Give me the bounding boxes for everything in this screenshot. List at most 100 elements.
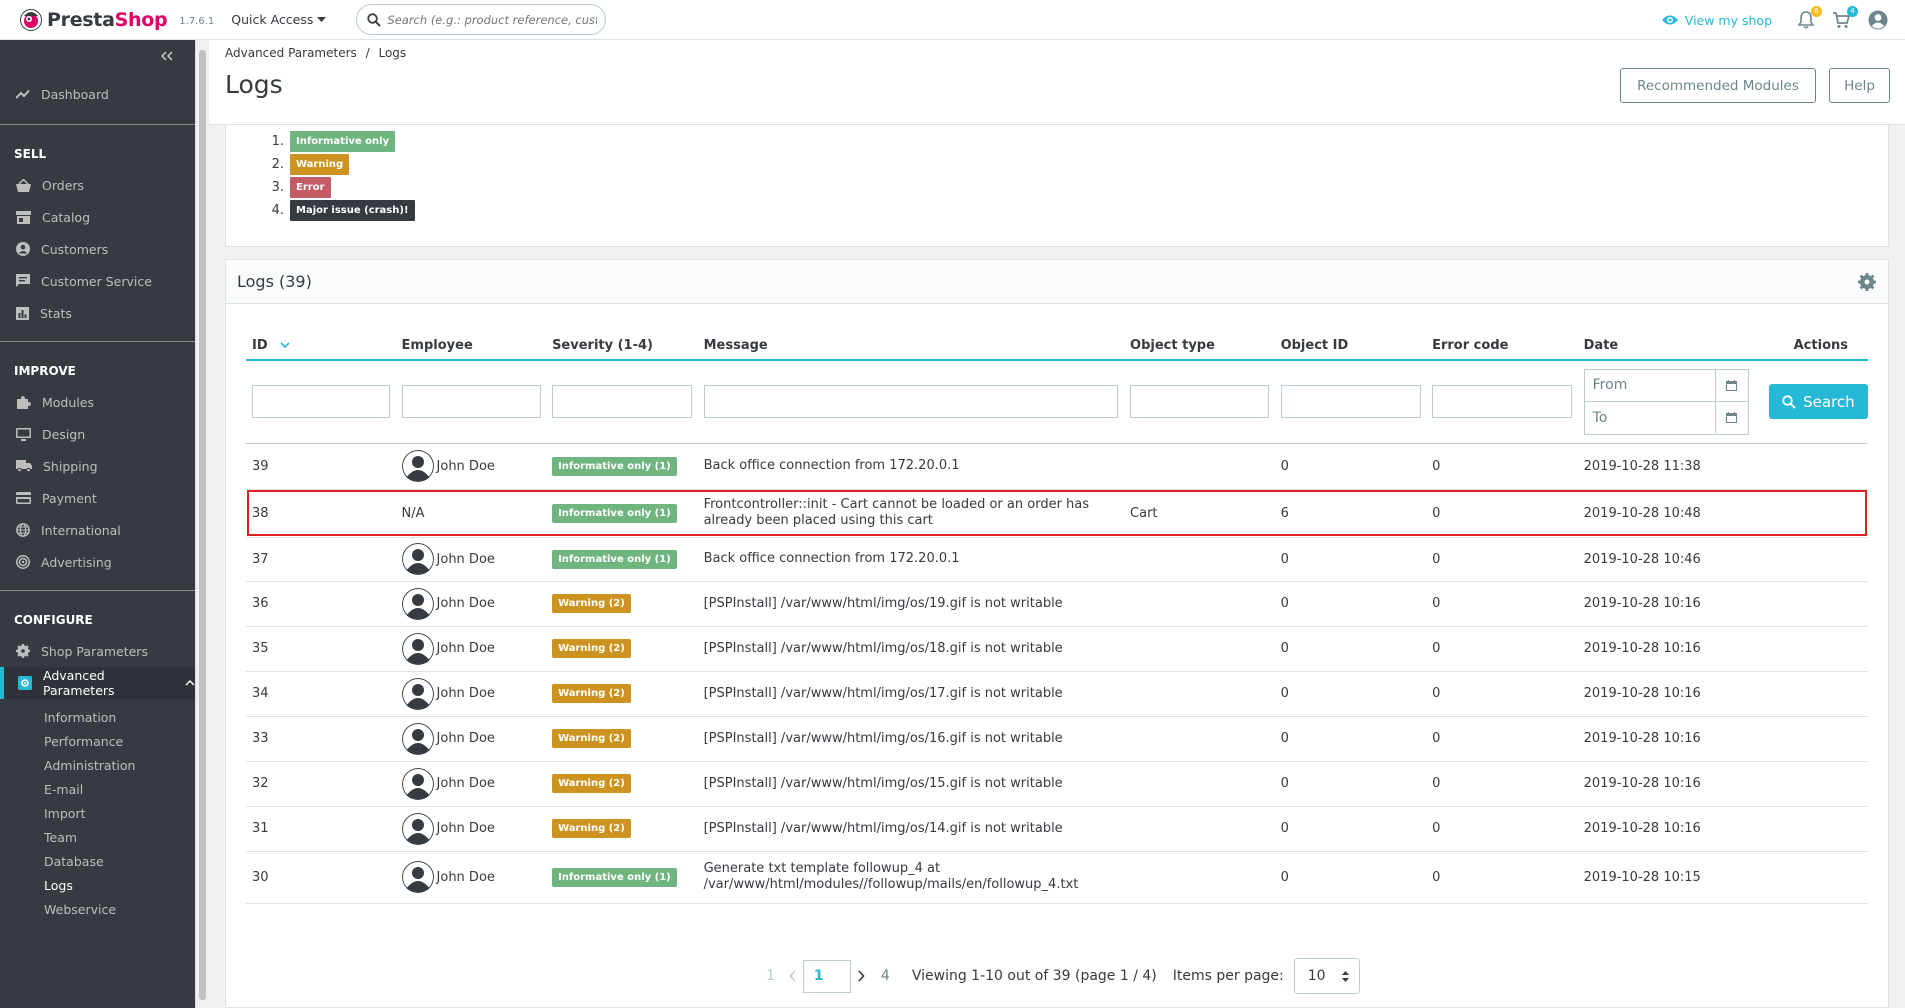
sidebar-subitem-email[interactable]: E-mail [0,777,195,801]
employee-name: John Doe [436,596,495,611]
cell-actions [1756,851,1868,904]
breadcrumb-item[interactable]: Advanced Parameters [225,46,357,60]
breadcrumb-item[interactable]: Logs [378,46,406,60]
sidebar-subitem-administration[interactable]: Administration [0,753,195,777]
sidebar-subitem-logs[interactable]: Logs [0,873,195,897]
date-from-field[interactable]: From [1583,368,1749,402]
cell-message: Generate txt template followup_4 at /var… [697,851,1125,904]
cell-object-type [1124,537,1275,582]
sidebar-item-international[interactable]: International [0,514,195,546]
items-per-page-select[interactable]: 10 [1293,958,1360,994]
gear-icon[interactable] [1858,273,1876,291]
sidebar-item-stats[interactable]: Stats [0,297,195,329]
sidebar-subitem-performance[interactable]: Performance [0,729,195,753]
table-row[interactable]: 35 John Doe Warning (2) [PSPInstall] /var/w… [246,626,1868,672]
help-button[interactable]: Help [1829,68,1890,103]
current-page-input[interactable]: 1 [802,959,851,993]
sidebar-item-dashboard[interactable]: Dashboard [0,78,195,110]
sidebar-item-orders[interactable]: Orders [0,169,195,201]
sidebar-subitem-database[interactable]: Database [0,849,195,873]
filter-employee-input[interactable] [401,385,541,419]
cell-message: [PSPInstall] /var/www/html/img/os/15.gif… [697,761,1125,807]
date-to-field[interactable]: To [1583,401,1749,435]
sidebar-item-label: Advanced Parameters [43,668,115,698]
filter-object-type-input[interactable] [1130,385,1270,419]
table-row[interactable]: 31 John Doe Warning (2) [PSPInstall] /var/w… [246,806,1868,852]
sidebar-item-design[interactable]: Design [0,418,195,450]
sidebar-subitem-webservice[interactable]: Webservice [0,897,195,921]
table-row[interactable]: 37 John Doe Informative only (1) Back offic… [246,537,1868,582]
quick-access-dropdown[interactable]: Quick Access [231,12,327,27]
orders-notification-button[interactable]: 4 [1832,6,1858,29]
column-header-employee[interactable]: Employee [395,332,547,361]
sidebar-scrollbar[interactable] [195,40,209,1008]
column-header-date[interactable]: Date [1577,332,1757,361]
cell-error-code: 0 [1426,716,1578,762]
sidebar-item-modules[interactable]: Modules [0,386,195,418]
table-row[interactable]: 36 John Doe Warning (2) [PSPInstall] /var/w… [246,581,1868,627]
sidebar-item-advertising[interactable]: Advertising [0,546,195,578]
filter-message-input[interactable] [703,385,1118,419]
column-header-object-id[interactable]: Object ID [1274,332,1427,361]
column-header-error-code[interactable]: Error code [1426,332,1578,361]
employee-name: John Doe [436,731,495,746]
sidebar-item-label: Customers [41,241,109,257]
employee-name: John Doe [436,821,495,836]
column-header-object-type[interactable]: Object type [1124,332,1275,361]
sidebar: Dashboard SELL Orders Catalog Customers … [0,40,195,1008]
sidebar-item-shop-parameters[interactable]: Shop Parameters [0,635,195,667]
notifications-button[interactable]: 6 [1798,6,1822,29]
employee-name: John Doe [436,551,495,567]
severity-badge-informative: Informative only [290,131,396,152]
column-header-severity[interactable]: Severity (1-4) [546,332,698,361]
sidebar-item-catalog[interactable]: Catalog [0,201,195,233]
sort-desc-icon[interactable] [280,342,290,349]
sidebar-item-advanced-parameters[interactable]: Advanced Parameters [0,667,195,699]
search-button[interactable]: Search [1768,384,1868,420]
cell-date: 2019-10-28 10:48 [1577,489,1757,538]
sidebar-subitem-team[interactable]: Team [0,825,195,849]
table-row[interactable]: 32 John Doe Warning (2) [PSPInstall] /var/w… [246,761,1868,807]
chevron-right-icon[interactable] [857,970,865,982]
account-circle-icon [16,242,30,256]
avatar [401,450,434,482]
table-row[interactable]: 34 John Doe Warning (2) [PSPInstall] /var/w… [246,671,1868,717]
pagination-first-page[interactable]: 1 [766,968,775,984]
sidebar-item-payment[interactable]: Payment [0,482,195,514]
table-row[interactable]: 30 John Doe Informative only (1) Generate t… [246,851,1868,904]
table-row[interactable]: 33 John Doe Warning (2) [PSPInstall] /var/w… [246,716,1868,762]
search-input[interactable] [387,12,598,27]
sidebar-subitem-import[interactable]: Import [0,801,195,825]
filter-id-input[interactable] [252,385,390,419]
column-header-id[interactable]: ID [246,332,396,361]
sidebar-item-customer-service[interactable]: Customer Service [0,265,195,297]
cell-id: 30 [246,851,396,904]
table-row[interactable]: 39 John Doe Informative only (1) Back offic… [246,443,1868,490]
severity-badge: Informative only (1) [552,503,677,523]
filter-object-id-input[interactable] [1280,385,1421,419]
breadcrumb: Advanced Parameters / Logs [225,46,406,60]
cell-message: Back office connection from 172.20.0.1 [697,443,1125,490]
calendar-icon[interactable] [1714,402,1748,434]
cell-date: 2019-10-28 10:46 [1577,537,1757,582]
sidebar-item-label: Modules [42,394,94,410]
pagination-last-page[interactable]: 4 [881,968,890,984]
collapse-sidebar-button[interactable] [0,40,195,72]
table-row[interactable]: 38 N/A Informative only (1) Frontcontroller… [246,489,1868,538]
account-button[interactable] [1868,10,1888,30]
prestashop-logo[interactable]: PrestaShop 1.7.6.1 [20,0,214,40]
recommended-modules-button[interactable]: Recommended Modules [1620,68,1816,103]
calendar-icon[interactable] [1714,369,1748,401]
chevron-left-icon[interactable] [789,970,797,982]
view-my-shop-link[interactable]: View my shop [1661,13,1772,28]
scrollbar-thumb[interactable] [199,50,206,1000]
sidebar-item-customers[interactable]: Customers [0,233,195,265]
cell-object-id: 0 [1274,716,1427,762]
column-header-message[interactable]: Message [697,332,1125,361]
cell-error-code: 0 [1426,489,1578,538]
sidebar-item-shipping[interactable]: Shipping [0,450,195,482]
filter-severity-input[interactable] [552,385,693,419]
sidebar-subitem-information[interactable]: Information [0,705,195,729]
search-box[interactable] [356,4,607,35]
filter-error-code-input[interactable] [1432,385,1573,419]
